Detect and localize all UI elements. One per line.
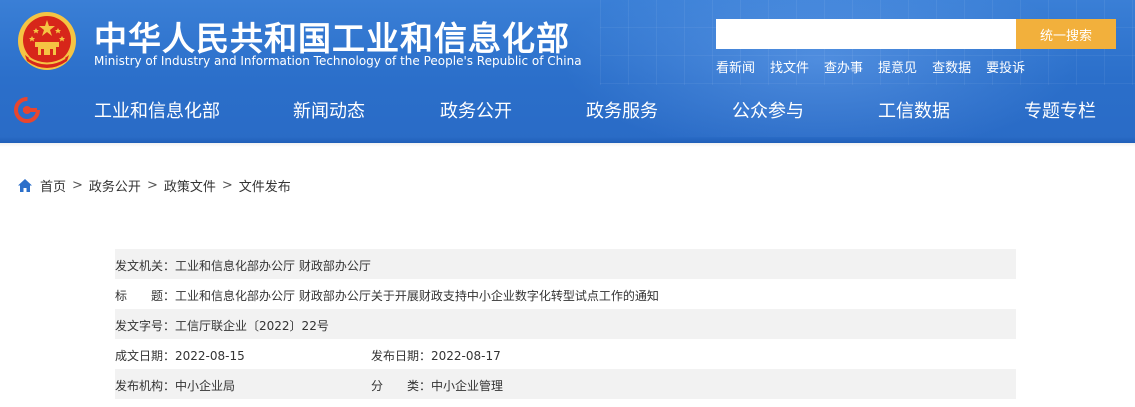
- site-title[interactable]: 中华人民共和国工业和信息化部: [94, 12, 570, 60]
- breadcrumb-separator: >: [72, 178, 83, 193]
- quick-link-files[interactable]: 找文件: [770, 57, 809, 76]
- nav-item-data[interactable]: 工信数据: [878, 97, 950, 123]
- title-label: 标 题：: [115, 289, 176, 303]
- category-label: 分 类：: [371, 379, 432, 393]
- created-label: 成文日期：: [115, 349, 176, 363]
- quick-link-feedback[interactable]: 提意见: [878, 57, 917, 76]
- breadcrumb-home[interactable]: 首页: [40, 176, 66, 195]
- info-agency: 发布机构：中小企业局: [115, 377, 235, 394]
- agency-value: 中小企业局: [175, 379, 236, 393]
- main-nav: 工业和信息化部 新闻动态 政务公开 政务服务 公众参与 工信数据 专题专栏: [0, 85, 1135, 137]
- info-row-doc-number: 发文字号：工信厅联企业〔2022〕22号: [115, 309, 1016, 339]
- issuer-label: 发文机关：: [115, 259, 176, 273]
- nav-item-news[interactable]: 新闻动态: [293, 97, 365, 123]
- info-row-issuer: 发文机关：工业和信息化部办公厅 财政部办公厅: [115, 249, 1016, 279]
- quick-links: 看新闻 找文件 查办事 提意见 查数据 要投诉: [716, 57, 1040, 76]
- search-input[interactable]: [716, 19, 1016, 49]
- info-doc-number: 发文字号：工信厅联企业〔2022〕22号: [115, 317, 329, 334]
- info-title: 标 题：工业和信息化部办公厅 财政部办公厅关于开展财政支持中小企业数字化转型试点…: [115, 287, 659, 304]
- header-shadow: [0, 143, 1135, 147]
- category-value: 中小企业管理: [431, 379, 504, 393]
- quick-link-complaint[interactable]: 要投诉: [986, 57, 1025, 76]
- nav-item-miit[interactable]: 工业和信息化部: [94, 97, 220, 123]
- national-emblem-icon[interactable]: [17, 11, 77, 73]
- issuer-value: 工业和信息化部办公厅 财政部办公厅: [175, 259, 371, 273]
- breadcrumb: 首页 > 政务公开 > 政策文件 > 文件发布: [17, 176, 291, 195]
- info-created-date: 成文日期：2022-08-15: [115, 347, 245, 364]
- quick-link-news[interactable]: 看新闻: [716, 57, 755, 76]
- info-issuer: 发文机关：工业和信息化部办公厅 财政部办公厅: [115, 257, 371, 274]
- published-value: 2022-08-17: [431, 349, 501, 363]
- breadcrumb-separator: >: [146, 178, 158, 193]
- info-category: 分 类：中小企业管理: [371, 377, 503, 394]
- nav-item-gov-services[interactable]: 政务服务: [586, 97, 658, 123]
- info-row-title: 标 题：工业和信息化部办公厅 财政部办公厅关于开展财政支持中小企业数字化转型试点…: [115, 279, 1016, 309]
- quick-link-services[interactable]: 查办事: [824, 57, 863, 76]
- created-value: 2022-08-15: [175, 349, 245, 363]
- breadcrumb-doc-release[interactable]: 文件发布: [239, 176, 291, 195]
- nav-item-topics[interactable]: 专题专栏: [1024, 97, 1096, 123]
- site-header: 中华人民共和国工业和信息化部 Ministry of Industry and …: [0, 0, 1135, 143]
- info-row-agency: 发布机构：中小企业局 分 类：中小企业管理: [115, 369, 1016, 399]
- nav-item-public-participation[interactable]: 公众参与: [732, 97, 804, 123]
- published-label: 发布日期：: [371, 349, 432, 363]
- miit-logo-icon[interactable]: [14, 97, 40, 123]
- quick-link-data[interactable]: 查数据: [932, 57, 971, 76]
- site-subtitle: Ministry of Industry and Information Tec…: [94, 54, 582, 68]
- nav-item-gov-affairs[interactable]: 政务公开: [440, 97, 512, 123]
- home-icon[interactable]: [17, 178, 33, 193]
- document-info-table: 发文机关：工业和信息化部办公厅 财政部办公厅 标 题：工业和信息化部办公厅 财政…: [115, 249, 1016, 399]
- agency-label: 发布机构：: [115, 379, 176, 393]
- breadcrumb-separator: >: [221, 178, 233, 193]
- info-published-date: 发布日期：2022-08-17: [371, 347, 501, 364]
- breadcrumb-policy-docs[interactable]: 政策文件: [164, 176, 216, 195]
- title-value: 工业和信息化部办公厅 财政部办公厅关于开展财政支持中小企业数字化转型试点工作的通…: [175, 289, 659, 303]
- unified-search-button[interactable]: 统一搜索: [1016, 19, 1116, 49]
- doc-number-label: 发文字号：: [115, 319, 176, 333]
- doc-number-value: 工信厅联企业〔2022〕22号: [175, 319, 329, 333]
- breadcrumb-gov-affairs[interactable]: 政务公开: [89, 176, 141, 195]
- info-row-dates: 成文日期：2022-08-15 发布日期：2022-08-17: [115, 339, 1016, 369]
